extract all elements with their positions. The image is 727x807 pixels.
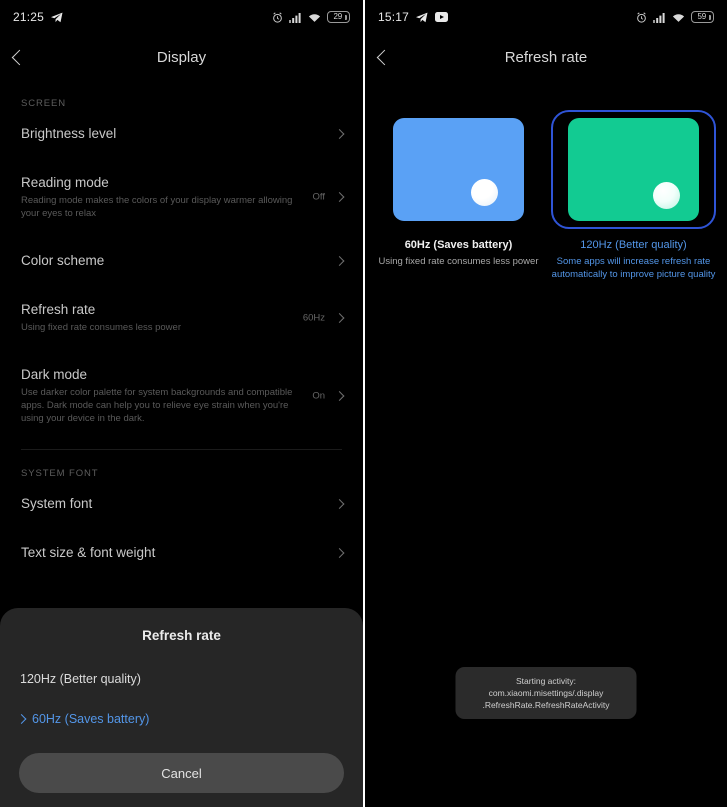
row-title: Refresh rate bbox=[21, 302, 96, 317]
refresh-rate-options: 60Hz (Saves battery) Using fixed rate co… bbox=[365, 80, 727, 281]
option-description: Using fixed rate consumes less power bbox=[378, 256, 539, 267]
option-label: 120Hz (Better quality) bbox=[580, 239, 687, 251]
telegram-icon bbox=[416, 12, 428, 23]
sheet-option-60hz[interactable]: 60Hz (Saves battery) bbox=[0, 699, 363, 739]
row-value: Off bbox=[312, 191, 326, 203]
app-bar: Display bbox=[0, 34, 363, 80]
row-title: Brightness level bbox=[21, 126, 117, 141]
right-phone-screen: 15:17 59 Refresh rate 60Hz (Saves batter… bbox=[365, 0, 727, 807]
setting-row-text-size-font-weight[interactable]: Text size & font weight bbox=[0, 528, 363, 577]
status-time: 21:25 bbox=[13, 10, 45, 24]
option-description: Some apps will increase refresh rate aut… bbox=[551, 256, 716, 280]
chevron-right-icon bbox=[334, 255, 345, 266]
telegram-icon bbox=[51, 12, 63, 23]
page-title: Display bbox=[156, 48, 207, 66]
wifi-icon bbox=[308, 12, 321, 23]
cancel-button[interactable]: Cancel bbox=[19, 753, 344, 793]
status-bar-left: 21:25 bbox=[13, 10, 63, 24]
option-label: 60Hz (Saves battery) bbox=[404, 239, 513, 251]
back-arrow-icon bbox=[376, 49, 393, 65]
wifi-icon bbox=[672, 12, 685, 23]
status-bar-left: 15:17 bbox=[378, 10, 449, 24]
row-title: Reading mode bbox=[21, 175, 109, 190]
setting-row-brightness-level[interactable]: Brightness level bbox=[0, 109, 363, 158]
setting-row-color-scheme[interactable]: Color scheme bbox=[0, 236, 363, 285]
row-value: 60Hz bbox=[302, 312, 325, 323]
signal-icon bbox=[653, 12, 666, 23]
status-bar: 15:17 59 bbox=[365, 0, 727, 34]
setting-row-system-font[interactable]: System font bbox=[0, 479, 363, 528]
dual-screenshot: 21:25 29 Display SCREEN Brightness level… bbox=[0, 0, 727, 807]
toast-message: Starting activity: com.xiaomi.misettings… bbox=[455, 667, 637, 719]
row-title: Text size & font weight bbox=[21, 545, 156, 560]
alarm-icon bbox=[272, 11, 283, 23]
sheet-option-120hz[interactable]: 120Hz (Better quality) bbox=[0, 659, 363, 699]
chevron-right-icon bbox=[334, 390, 345, 401]
section-label-screen: SCREEN bbox=[21, 98, 66, 109]
status-bar-right: 59 bbox=[636, 11, 714, 23]
status-time: 15:17 bbox=[378, 10, 410, 24]
youtube-icon bbox=[435, 12, 449, 22]
row-subtitle: Use darker color palette for system back… bbox=[21, 387, 293, 424]
setting-row-dark-mode[interactable]: Dark mode Use darker color palette for s… bbox=[0, 350, 363, 441]
app-bar: Refresh rate bbox=[365, 34, 727, 80]
option-frame bbox=[376, 110, 541, 229]
option-frame-selected bbox=[551, 110, 716, 229]
chevron-right-icon bbox=[334, 312, 345, 323]
motion-ball-icon bbox=[653, 182, 680, 209]
status-bar-right: 29 bbox=[272, 11, 350, 23]
preview-thumbnail-120hz bbox=[568, 118, 699, 221]
sheet-title: Refresh rate bbox=[142, 628, 221, 643]
row-title: System font bbox=[21, 496, 93, 511]
refresh-rate-option-120hz[interactable]: 120Hz (Better quality) Some apps will in… bbox=[551, 110, 716, 281]
back-button[interactable] bbox=[376, 34, 413, 80]
chevron-right-icon bbox=[334, 192, 345, 202]
row-title: Color scheme bbox=[21, 253, 105, 268]
alarm-icon bbox=[636, 11, 647, 23]
chevron-right-icon bbox=[334, 498, 345, 509]
row-subtitle: Using fixed rate consumes less power bbox=[21, 322, 181, 333]
back-arrow-icon bbox=[11, 49, 28, 65]
battery-icon: 59 bbox=[691, 11, 714, 23]
battery-percent: 29 bbox=[333, 12, 342, 21]
preview-thumbnail-60hz bbox=[393, 118, 524, 221]
signal-icon bbox=[289, 12, 302, 23]
battery-icon: 29 bbox=[327, 11, 350, 23]
chevron-right-icon bbox=[334, 128, 345, 139]
battery-percent: 59 bbox=[697, 12, 706, 21]
back-button[interactable] bbox=[11, 34, 48, 80]
setting-row-reading-mode[interactable]: Reading mode Reading mode makes the colo… bbox=[0, 158, 363, 236]
motion-ball-icon bbox=[471, 179, 498, 206]
row-title: Dark mode bbox=[21, 367, 88, 382]
left-phone-screen: 21:25 29 Display SCREEN Brightness level… bbox=[0, 0, 363, 807]
status-bar: 21:25 29 bbox=[0, 0, 363, 34]
row-value: On bbox=[312, 390, 325, 401]
setting-row-refresh-rate[interactable]: Refresh rate Using fixed rate consumes l… bbox=[0, 285, 363, 350]
refresh-rate-option-60hz[interactable]: 60Hz (Saves battery) Using fixed rate co… bbox=[376, 110, 541, 281]
section-label-system-font: SYSTEM FONT bbox=[21, 468, 99, 479]
row-subtitle: Reading mode makes the colors of your di… bbox=[21, 195, 293, 219]
refresh-rate-bottom-sheet: Refresh rate 120Hz (Better quality) 60Hz… bbox=[0, 608, 363, 807]
page-title: Refresh rate bbox=[504, 48, 588, 66]
chevron-right-icon bbox=[334, 547, 345, 558]
